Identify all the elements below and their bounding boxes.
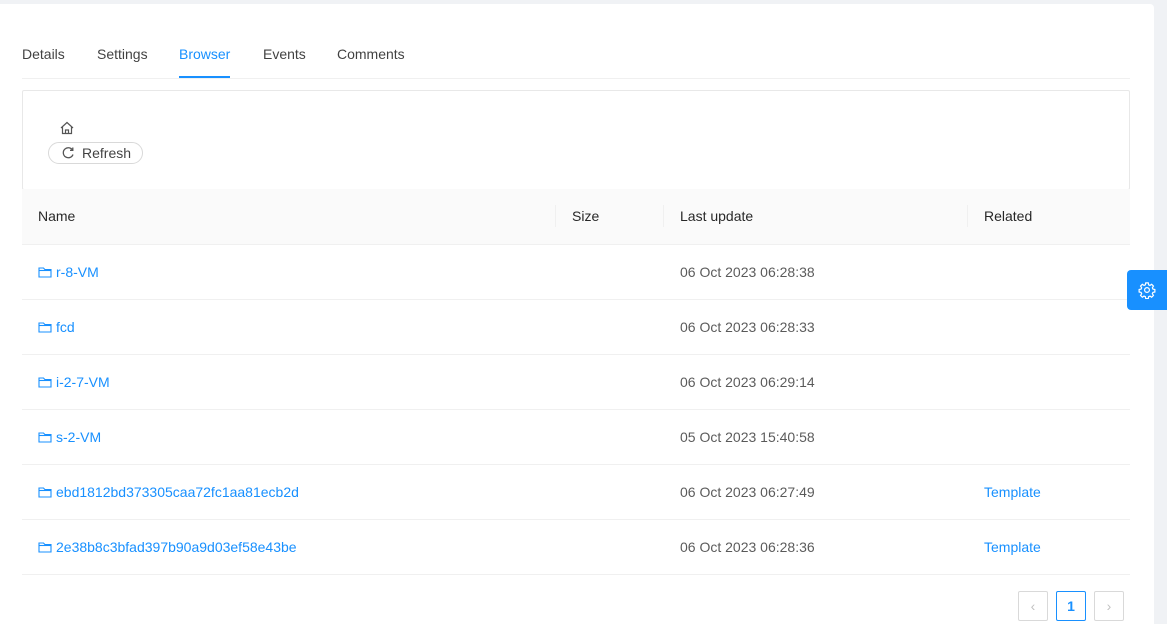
last-update-cell: 06 Oct 2023 06:28:36 bbox=[680, 539, 815, 555]
refresh-button[interactable]: Refresh bbox=[48, 142, 143, 164]
folder-name: fcd bbox=[56, 319, 75, 335]
folder-icon bbox=[38, 322, 52, 333]
last-update-cell: 06 Oct 2023 06:29:14 bbox=[680, 374, 815, 390]
tab-settings[interactable]: Settings bbox=[97, 46, 148, 62]
last-update-cell: 06 Oct 2023 06:28:38 bbox=[680, 264, 815, 280]
folder-icon bbox=[38, 432, 52, 443]
last-update-cell: 06 Oct 2023 06:27:49 bbox=[680, 484, 815, 500]
table-header: Name Size Last update Related bbox=[22, 189, 1130, 245]
gear-icon bbox=[1138, 282, 1156, 299]
folder-icon bbox=[38, 377, 52, 388]
folder-link[interactable]: s-2-VM bbox=[38, 410, 101, 464]
tab-browser[interactable]: Browser bbox=[179, 46, 230, 62]
folder-link[interactable]: r-8-VM bbox=[38, 245, 99, 299]
column-header-last-update[interactable]: Last update bbox=[680, 189, 753, 244]
table-row: ebd1812bd373305caa72fc1aa81ecb2d 06 Oct … bbox=[22, 465, 1130, 520]
table-body: r-8-VM 06 Oct 2023 06:28:38 fcd 06 Oct 2… bbox=[22, 245, 1130, 575]
folder-icon bbox=[38, 542, 52, 553]
pagination-prev-button[interactable]: ‹ bbox=[1018, 591, 1048, 621]
home-icon[interactable] bbox=[59, 120, 75, 136]
pagination-next-button[interactable]: › bbox=[1094, 591, 1124, 621]
related-link[interactable]: Template bbox=[984, 520, 1041, 574]
folder-name: s-2-VM bbox=[56, 429, 102, 445]
tab-bar: Details Settings Browser Events Comments bbox=[22, 38, 1130, 79]
tab-details[interactable]: Details bbox=[22, 46, 65, 62]
folder-link[interactable]: fcd bbox=[38, 300, 75, 354]
settings-drawer-button[interactable] bbox=[1127, 270, 1167, 310]
folder-name: 2e38b8c3bfad397b90a9d03ef58e43be bbox=[56, 539, 297, 555]
folder-name: r-8-VM bbox=[56, 264, 99, 280]
last-update-cell: 06 Oct 2023 06:28:33 bbox=[680, 319, 815, 335]
file-browser-table: Name Size Last update Related r-8-VM 06 … bbox=[22, 189, 1130, 575]
folder-link[interactable]: i-2-7-VM bbox=[38, 355, 110, 409]
active-tab-indicator bbox=[179, 76, 230, 78]
refresh-label: Refresh bbox=[82, 145, 132, 161]
column-header-related[interactable]: Related bbox=[984, 189, 1032, 244]
pagination: ‹ 1 › bbox=[1018, 591, 1124, 621]
table-row: fcd 06 Oct 2023 06:28:33 bbox=[22, 300, 1130, 355]
table-row: i-2-7-VM 06 Oct 2023 06:29:14 bbox=[22, 355, 1130, 410]
table-row: r-8-VM 06 Oct 2023 06:28:38 bbox=[22, 245, 1130, 300]
tab-events[interactable]: Events bbox=[263, 46, 306, 62]
folder-icon bbox=[38, 487, 52, 498]
folder-link[interactable]: ebd1812bd373305caa72fc1aa81ecb2d bbox=[38, 465, 299, 519]
column-divider bbox=[663, 205, 664, 227]
folder-name: i-2-7-VM bbox=[56, 374, 110, 390]
column-divider bbox=[967, 205, 968, 227]
folder-link[interactable]: 2e38b8c3bfad397b90a9d03ef58e43be bbox=[38, 520, 297, 574]
column-header-name[interactable]: Name bbox=[38, 189, 75, 244]
folder-name: ebd1812bd373305caa72fc1aa81ecb2d bbox=[56, 484, 299, 500]
last-update-cell: 05 Oct 2023 15:40:58 bbox=[680, 429, 815, 445]
folder-icon bbox=[38, 267, 52, 278]
column-header-size[interactable]: Size bbox=[572, 189, 599, 244]
reload-icon bbox=[62, 147, 74, 159]
table-row: 2e38b8c3bfad397b90a9d03ef58e43be 06 Oct … bbox=[22, 520, 1130, 575]
browser-toolbar: Refresh bbox=[22, 90, 1130, 190]
tab-comments[interactable]: Comments bbox=[337, 46, 405, 62]
pagination-page-1[interactable]: 1 bbox=[1056, 591, 1086, 621]
table-row: s-2-VM 05 Oct 2023 15:40:58 bbox=[22, 410, 1130, 465]
related-link[interactable]: Template bbox=[984, 465, 1041, 519]
column-divider bbox=[555, 205, 556, 227]
